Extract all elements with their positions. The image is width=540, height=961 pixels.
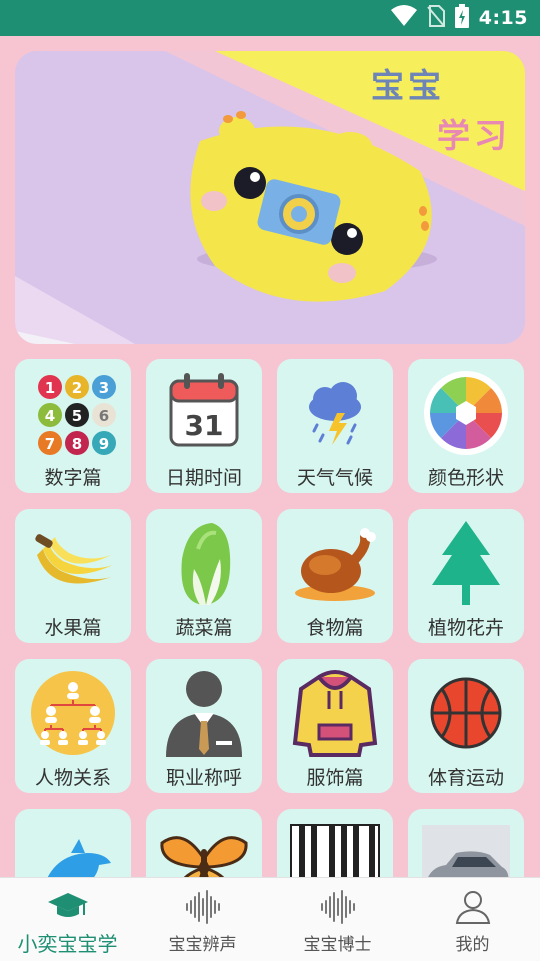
roast-chicken-icon bbox=[285, 519, 385, 607]
category-label: 蔬菜篇 bbox=[175, 617, 233, 639]
category-tile-relationships[interactable]: 人物关系 bbox=[15, 659, 131, 793]
category-tile-colors-shapes[interactable]: 颜色形状 bbox=[408, 359, 524, 493]
no-sim-icon bbox=[426, 5, 445, 31]
banner-title-line1: 宝宝 bbox=[371, 66, 445, 105]
category-label: 天气气候 bbox=[296, 467, 373, 489]
tree-icon bbox=[416, 519, 516, 607]
svg-text:31: 31 bbox=[185, 409, 224, 442]
category-label: 服饰篇 bbox=[306, 767, 364, 789]
nav-label: 宝宝辨声 bbox=[168, 935, 237, 955]
category-label: 人物关系 bbox=[34, 767, 111, 789]
user-icon bbox=[453, 887, 493, 927]
graduation-cap-icon bbox=[47, 887, 88, 927]
nav-tab-baby-doctor[interactable]: 宝宝博士 bbox=[270, 878, 405, 961]
nav-label: 宝宝博士 bbox=[303, 935, 372, 955]
category-tile-clothing[interactable]: 服饰篇 bbox=[277, 659, 393, 793]
calendar-icon: 31 bbox=[154, 369, 254, 457]
sound-wave-icon bbox=[318, 887, 358, 927]
sound-wave-icon bbox=[183, 887, 223, 927]
svg-text:1: 1 bbox=[45, 379, 55, 397]
category-tile-plants[interactable]: 植物花卉 bbox=[408, 509, 524, 643]
banner-image[interactable]: 宝宝 学习 bbox=[15, 51, 525, 344]
wifi-icon bbox=[390, 5, 417, 31]
numbers-icon: 1 2 3 4 5 6 7 8 9 bbox=[23, 369, 123, 457]
bottom-navigation: 小奕宝宝学 宝宝辨声 宝宝博士 我的 bbox=[0, 877, 540, 961]
nav-label: 我的 bbox=[455, 935, 490, 955]
weather-icon bbox=[285, 369, 385, 457]
category-label: 食物篇 bbox=[306, 617, 364, 639]
category-label: 职业称呼 bbox=[165, 767, 242, 789]
svg-text:3: 3 bbox=[99, 379, 109, 397]
category-tile-food[interactable]: 食物篇 bbox=[277, 509, 393, 643]
nav-tab-profile[interactable]: 我的 bbox=[405, 878, 540, 961]
svg-text:2: 2 bbox=[72, 379, 82, 397]
category-label: 日期时间 bbox=[165, 467, 242, 489]
category-label: 体育运动 bbox=[427, 767, 504, 789]
status-time: 4:15 bbox=[478, 7, 528, 29]
category-tile-fruit[interactable]: 水果篇 bbox=[15, 509, 131, 643]
category-label: 颜色形状 bbox=[427, 467, 504, 489]
svg-text:4: 4 bbox=[45, 407, 55, 425]
category-tile-vegetables[interactable]: 蔬菜篇 bbox=[146, 509, 262, 643]
nav-tab-sound-recognition[interactable]: 宝宝辨声 bbox=[135, 878, 270, 961]
banana-icon bbox=[23, 519, 123, 607]
category-label: 水果篇 bbox=[44, 617, 102, 639]
nav-label: 小奕宝宝学 bbox=[17, 932, 118, 956]
svg-text:7: 7 bbox=[45, 435, 55, 453]
category-tile-sports[interactable]: 体育运动 bbox=[408, 659, 524, 793]
org-chart-icon bbox=[23, 669, 123, 757]
category-tile-date-time[interactable]: 31 日期时间 bbox=[146, 359, 262, 493]
basketball-icon bbox=[416, 669, 516, 757]
banner-title-line2: 学习 bbox=[437, 116, 511, 155]
businessman-icon bbox=[154, 669, 254, 757]
category-label: 植物花卉 bbox=[427, 617, 504, 639]
battery-charging-icon bbox=[454, 4, 469, 32]
category-label: 数字篇 bbox=[44, 467, 102, 489]
nav-tab-home[interactable]: 小奕宝宝学 bbox=[0, 878, 135, 961]
svg-text:8: 8 bbox=[72, 435, 82, 453]
svg-text:6: 6 bbox=[99, 407, 109, 425]
status-bar: 4:15 bbox=[0, 0, 540, 36]
svg-text:9: 9 bbox=[99, 435, 109, 453]
hoodie-icon bbox=[285, 669, 385, 757]
category-tile-professions[interactable]: 职业称呼 bbox=[146, 659, 262, 793]
cabbage-icon bbox=[154, 519, 254, 607]
svg-text:5: 5 bbox=[72, 407, 82, 425]
category-tile-weather[interactable]: 天气气候 bbox=[277, 359, 393, 493]
color-wheel-icon bbox=[416, 369, 516, 457]
category-tile-numbers[interactable]: 1 2 3 4 5 6 7 8 9 数字篇 bbox=[15, 359, 131, 493]
